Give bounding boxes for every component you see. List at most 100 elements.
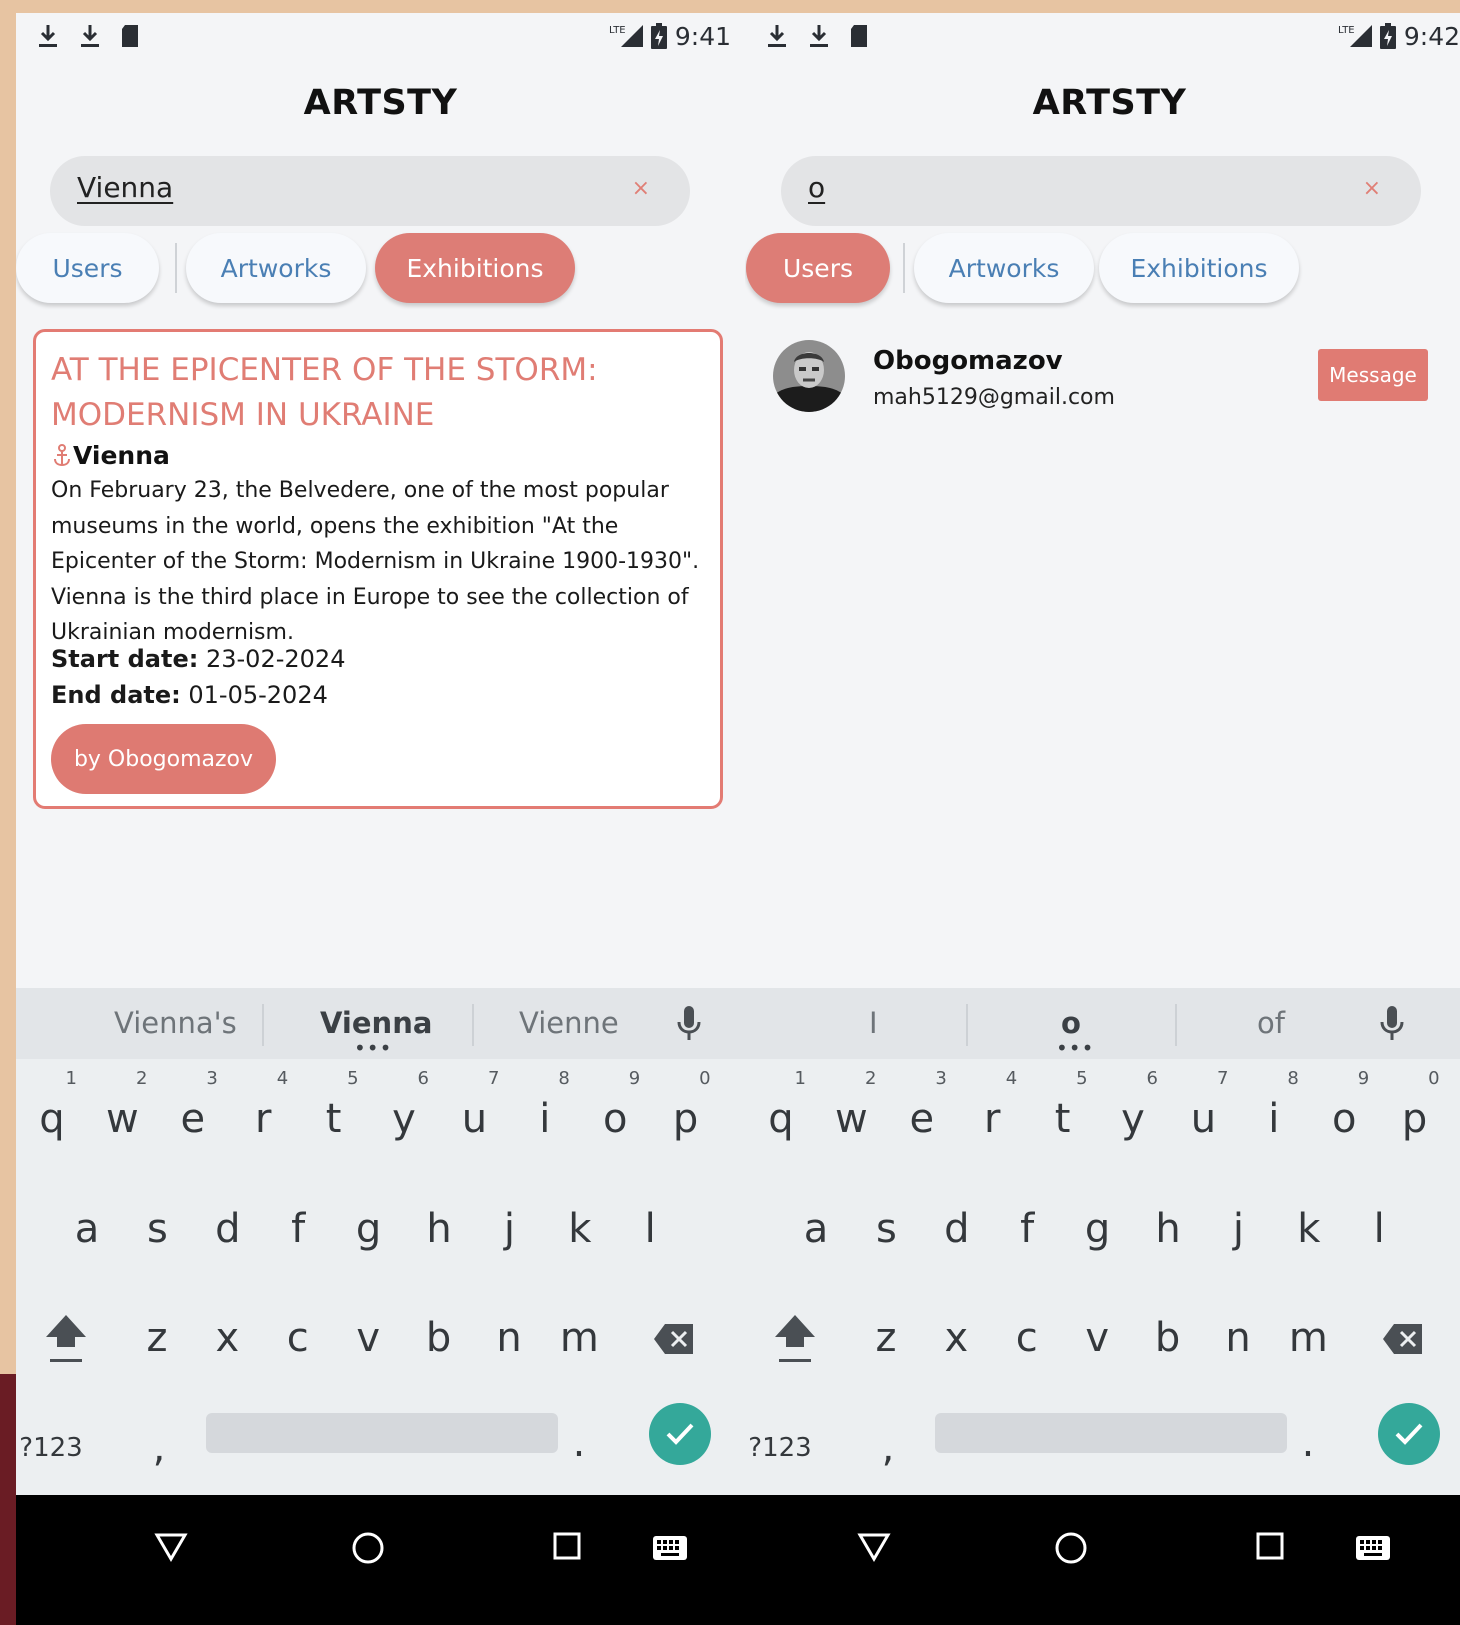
search-value[interactable]: o bbox=[808, 171, 825, 204]
key-i[interactable]: i8 bbox=[1239, 1068, 1309, 1164]
key-i[interactable]: i8 bbox=[510, 1068, 580, 1164]
exhibition-card[interactable]: AT THE EPICENTER OF THE STORM: MODERNISM… bbox=[33, 329, 723, 809]
clear-icon[interactable]: × bbox=[1363, 176, 1381, 201]
nav-recents-icon[interactable] bbox=[552, 1531, 582, 1561]
enter-button[interactable] bbox=[1378, 1403, 1440, 1465]
key-z[interactable]: z bbox=[122, 1293, 192, 1383]
key-y[interactable]: y6 bbox=[369, 1068, 439, 1164]
key-g[interactable]: g bbox=[334, 1184, 404, 1274]
key-d[interactable]: d bbox=[922, 1184, 992, 1274]
key-l[interactable]: l bbox=[1344, 1184, 1414, 1274]
key-g[interactable]: g bbox=[1063, 1184, 1133, 1274]
comma-key[interactable]: , bbox=[124, 1403, 194, 1493]
nav-home-icon[interactable] bbox=[351, 1531, 385, 1565]
key-p[interactable]: p0 bbox=[651, 1068, 721, 1164]
key-p[interactable]: p0 bbox=[1380, 1068, 1450, 1164]
author-button[interactable]: by Obogomazov bbox=[51, 724, 276, 794]
search-input[interactable]: o × bbox=[781, 156, 1421, 226]
tab-artworks[interactable]: Artworks bbox=[914, 233, 1094, 303]
key-c[interactable]: c bbox=[263, 1293, 333, 1383]
key-f[interactable]: f bbox=[263, 1184, 333, 1274]
keyboard-icon[interactable] bbox=[652, 1535, 688, 1561]
suggestion-3[interactable]: Vienne bbox=[519, 1006, 619, 1040]
key-s[interactable]: s bbox=[851, 1184, 921, 1274]
enter-button[interactable] bbox=[649, 1403, 711, 1465]
spacebar[interactable] bbox=[935, 1413, 1287, 1453]
key-t[interactable]: t5 bbox=[1028, 1068, 1098, 1164]
key-j[interactable]: j bbox=[1203, 1184, 1273, 1274]
key-v[interactable]: v bbox=[1062, 1293, 1132, 1383]
key-e[interactable]: e3 bbox=[887, 1068, 957, 1164]
key-b[interactable]: b bbox=[1133, 1293, 1203, 1383]
shift-icon[interactable] bbox=[773, 1313, 817, 1369]
tab-artworks[interactable]: Artworks bbox=[186, 233, 366, 303]
key-u[interactable]: u7 bbox=[1168, 1068, 1238, 1164]
key-k[interactable]: k bbox=[545, 1184, 615, 1274]
key-o[interactable]: o9 bbox=[1309, 1068, 1379, 1164]
key-l[interactable]: l bbox=[615, 1184, 685, 1274]
mic-icon[interactable] bbox=[676, 1004, 702, 1044]
backspace-icon[interactable] bbox=[1382, 1323, 1424, 1355]
avatar[interactable] bbox=[773, 340, 845, 412]
symbols-key[interactable]: ?123 bbox=[745, 1403, 815, 1493]
key-w[interactable]: w2 bbox=[87, 1068, 157, 1164]
key-q[interactable]: q1 bbox=[746, 1068, 816, 1164]
key-r[interactable]: r4 bbox=[957, 1068, 1027, 1164]
key-j[interactable]: j bbox=[474, 1184, 544, 1274]
suggestion-2[interactable]: o bbox=[1061, 1006, 1081, 1040]
key-u-label: u bbox=[1190, 1096, 1217, 1142]
key-o[interactable]: o9 bbox=[580, 1068, 650, 1164]
nav-back-icon[interactable] bbox=[154, 1531, 188, 1563]
key-e[interactable]: e3 bbox=[158, 1068, 228, 1164]
key-d[interactable]: d bbox=[193, 1184, 263, 1274]
clear-icon[interactable]: × bbox=[632, 176, 650, 201]
symbols-key[interactable]: ?123 bbox=[16, 1403, 86, 1493]
key-v[interactable]: v bbox=[333, 1293, 403, 1383]
backspace-icon[interactable] bbox=[653, 1323, 695, 1355]
tab-users[interactable]: Users bbox=[746, 233, 890, 303]
key-k[interactable]: k bbox=[1274, 1184, 1344, 1274]
key-x[interactable]: x bbox=[192, 1293, 262, 1383]
key-h[interactable]: h bbox=[1133, 1184, 1203, 1274]
search-value[interactable]: Vienna bbox=[77, 171, 173, 204]
key-n[interactable]: n bbox=[474, 1293, 544, 1383]
suggestion-2[interactable]: Vienna bbox=[320, 1006, 432, 1040]
keyboard-icon[interactable] bbox=[1355, 1535, 1391, 1561]
user-name[interactable]: Obogomazov bbox=[873, 346, 1063, 376]
key-z[interactable]: z bbox=[851, 1293, 921, 1383]
key-x[interactable]: x bbox=[921, 1293, 991, 1383]
key-b[interactable]: b bbox=[404, 1293, 474, 1383]
message-button[interactable]: Message bbox=[1318, 349, 1428, 401]
tab-exhibitions[interactable]: Exhibitions bbox=[375, 233, 575, 303]
key-f[interactable]: f bbox=[992, 1184, 1062, 1274]
shift-icon[interactable] bbox=[44, 1313, 88, 1369]
nav-home-icon[interactable] bbox=[1054, 1531, 1088, 1565]
key-m[interactable]: m bbox=[544, 1293, 614, 1383]
key-a[interactable]: a bbox=[781, 1184, 851, 1274]
search-input[interactable]: Vienna × bbox=[50, 156, 690, 226]
tab-users[interactable]: Users bbox=[16, 233, 159, 303]
nav-recents-icon[interactable] bbox=[1255, 1531, 1285, 1561]
nav-back-icon[interactable] bbox=[857, 1531, 891, 1563]
tab-exhibitions[interactable]: Exhibitions bbox=[1099, 233, 1299, 303]
key-y[interactable]: y6 bbox=[1098, 1068, 1168, 1164]
key-c[interactable]: c bbox=[992, 1293, 1062, 1383]
key-r[interactable]: r4 bbox=[228, 1068, 298, 1164]
key-h[interactable]: h bbox=[404, 1184, 474, 1274]
spacebar[interactable] bbox=[206, 1413, 558, 1453]
key-q[interactable]: q1 bbox=[17, 1068, 87, 1164]
key-a[interactable]: a bbox=[52, 1184, 122, 1274]
key-s[interactable]: s bbox=[122, 1184, 192, 1274]
comma-key[interactable]: , bbox=[853, 1403, 923, 1493]
suggestion-1[interactable]: Vienna's bbox=[114, 1006, 237, 1040]
key-t[interactable]: t5 bbox=[299, 1068, 369, 1164]
key-u[interactable]: u7 bbox=[439, 1068, 509, 1164]
key-m[interactable]: m bbox=[1273, 1293, 1343, 1383]
key-w[interactable]: w2 bbox=[816, 1068, 886, 1164]
key-p-label: p bbox=[1401, 1096, 1428, 1142]
key-n[interactable]: n bbox=[1203, 1293, 1273, 1383]
key-c-label: c bbox=[286, 1315, 309, 1361]
suggestion-3[interactable]: of bbox=[1257, 1006, 1285, 1040]
suggestion-1[interactable]: I bbox=[869, 1006, 878, 1040]
mic-icon[interactable] bbox=[1379, 1004, 1405, 1044]
